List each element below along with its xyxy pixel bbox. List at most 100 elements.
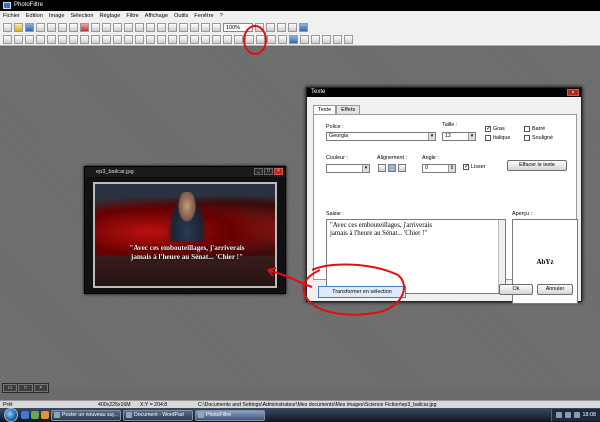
police-select[interactable]: Georgia ▾	[326, 132, 436, 141]
dropper-icon[interactable]	[212, 23, 221, 32]
menu-edition[interactable]: Edition	[26, 13, 43, 19]
stamp6-icon[interactable]	[278, 35, 287, 44]
lisser-checkbox[interactable]	[463, 163, 469, 170]
clone-icon[interactable]	[179, 35, 188, 44]
stamp2-icon[interactable]	[234, 35, 243, 44]
ie-icon[interactable]	[21, 411, 29, 419]
cut-icon[interactable]	[58, 23, 67, 32]
angle-stepper[interactable]: 0 ⇕	[422, 164, 456, 173]
open-file-icon[interactable]	[14, 23, 23, 32]
actual-size-icon[interactable]	[288, 23, 297, 32]
border-icon[interactable]	[311, 35, 320, 44]
effacer-texte-button[interactable]: Effacer le texte	[507, 160, 567, 171]
network-icon[interactable]	[555, 412, 562, 418]
saisie-scrollbar[interactable]	[498, 220, 505, 293]
zoom-select[interactable]: 100%	[223, 23, 253, 32]
redo-icon[interactable]	[91, 23, 100, 32]
new-file-icon[interactable]	[3, 23, 12, 32]
mask-icon[interactable]	[322, 35, 331, 44]
stamp4-icon[interactable]	[256, 35, 265, 44]
flip-icon[interactable]	[201, 23, 210, 32]
blur-icon[interactable]	[146, 35, 155, 44]
menu-help[interactable]: ?	[220, 13, 223, 19]
task-photofiltre[interactable]: PhotoFiltre	[195, 409, 265, 421]
media-icon[interactable]	[41, 411, 49, 419]
brightness-up-icon[interactable]	[25, 35, 34, 44]
layer-icon[interactable]	[157, 23, 166, 32]
desktop-icon[interactable]	[31, 411, 39, 419]
zoom-in-icon[interactable]	[255, 23, 264, 32]
monitor-icon[interactable]	[299, 23, 308, 32]
tab-texte[interactable]: Texte	[313, 105, 337, 114]
effects-icon[interactable]	[333, 35, 342, 44]
grayscale-icon[interactable]	[113, 35, 122, 44]
menu-fenetre[interactable]: Fenêtre	[194, 13, 213, 19]
fill-icon[interactable]	[102, 23, 111, 32]
saturation-down-icon[interactable]	[80, 35, 89, 44]
sharpen-icon[interactable]	[157, 35, 166, 44]
text-dialog-titlebar[interactable]: Texte ×	[307, 88, 581, 97]
italique-checkbox[interactable]	[485, 135, 491, 141]
dialog-close-icon[interactable]: ×	[567, 89, 579, 96]
drop2-icon[interactable]	[201, 35, 210, 44]
annuler-button[interactable]: Annuler	[537, 284, 573, 295]
align-left-icon[interactable]	[378, 164, 386, 172]
stamp5-icon[interactable]	[267, 35, 276, 44]
canvas-size-icon[interactable]	[124, 23, 133, 32]
auto-contrast-icon[interactable]	[14, 35, 23, 44]
transformer-en-selection-button[interactable]: Transformer en sélection	[318, 286, 406, 298]
settings-icon[interactable]	[344, 35, 353, 44]
copy-icon[interactable]	[69, 23, 78, 32]
align-center-icon[interactable]	[388, 164, 396, 172]
contrast-up-icon[interactable]	[47, 35, 56, 44]
saisie-textarea[interactable]: "Avec ces embouteillages, j'arriverais j…	[326, 219, 506, 294]
image-canvas[interactable]: "Avec ces embouteillages, j'arriverais j…	[93, 182, 277, 288]
menu-selection[interactable]: Sélection	[70, 13, 93, 19]
menu-filtre[interactable]: Filtre	[126, 13, 138, 19]
menu-affichage[interactable]: Affichage	[145, 13, 168, 19]
gradient-icon[interactable]	[300, 35, 309, 44]
couleur-select[interactable]: ▾	[326, 164, 370, 173]
print-icon[interactable]	[36, 23, 45, 32]
task-wordpad[interactable]: Document - WordPad	[123, 409, 193, 421]
minimized-maximize-icon[interactable]: □	[18, 384, 33, 392]
souligne-checkbox[interactable]	[524, 135, 530, 141]
brightness-down-icon[interactable]	[36, 35, 45, 44]
minimized-close-icon[interactable]: ×	[33, 384, 48, 392]
undo-icon[interactable]	[80, 23, 89, 32]
volume-icon[interactable]	[564, 412, 571, 418]
zoom-out-icon[interactable]	[266, 23, 275, 32]
text-to-selection-icon[interactable]	[289, 35, 298, 44]
menu-outils[interactable]: Outils	[174, 13, 188, 19]
gamma-down-icon[interactable]	[102, 35, 111, 44]
barre-checkbox[interactable]	[524, 126, 530, 132]
ok-button[interactable]: Ok	[499, 284, 533, 295]
menu-reglage[interactable]: Réglage	[99, 13, 120, 19]
task-forum[interactable]: Poster un nouveau suj...	[51, 409, 121, 421]
maximize-icon[interactable]: □	[264, 168, 273, 175]
rotate-icon[interactable]	[190, 23, 199, 32]
start-button[interactable]	[4, 408, 18, 422]
minimize-icon[interactable]: _	[254, 168, 263, 175]
auto-level-icon[interactable]	[3, 35, 12, 44]
minimized-restore-icon[interactable]: ▭	[3, 384, 18, 392]
frame-icon[interactable]	[135, 23, 144, 32]
sharpen-more-icon[interactable]	[168, 35, 177, 44]
clock[interactable]: 18:08	[583, 412, 597, 418]
scan-icon[interactable]	[47, 23, 56, 32]
saturation-up-icon[interactable]	[69, 35, 78, 44]
menu-fichier[interactable]: Fichier	[3, 13, 20, 19]
blur-drop-icon[interactable]	[212, 35, 221, 44]
taille-select[interactable]: 12 ▾	[442, 132, 476, 141]
image-window[interactable]: ep3_bailcar.jpg _ □ × "Avec ces emboutei…	[84, 166, 286, 294]
gamma-up-icon[interactable]	[91, 35, 100, 44]
grid-icon[interactable]	[179, 23, 188, 32]
tab-effets[interactable]: Effets	[336, 105, 361, 114]
soften-icon[interactable]	[135, 35, 144, 44]
text-tool-icon[interactable]	[146, 23, 155, 32]
sepia-icon[interactable]	[124, 35, 133, 44]
save-icon[interactable]	[25, 23, 34, 32]
stamp3-icon[interactable]	[245, 35, 254, 44]
contrast-down-icon[interactable]	[58, 35, 67, 44]
security-icon[interactable]	[573, 412, 580, 418]
